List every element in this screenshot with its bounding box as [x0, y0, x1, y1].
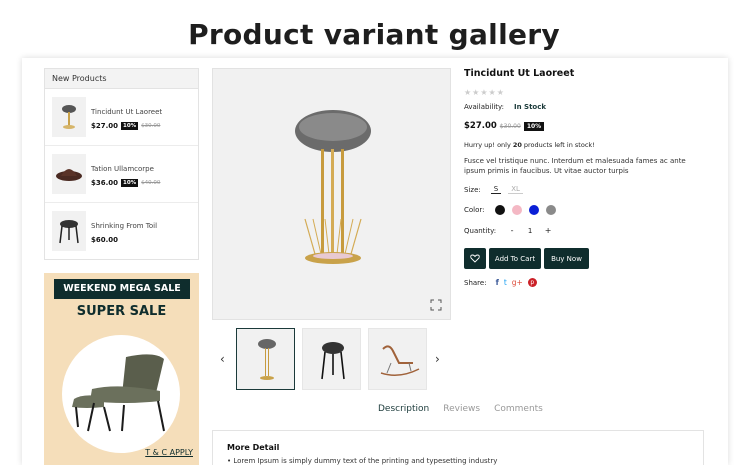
- page: Product variant gallery New Products Tin…: [0, 0, 748, 465]
- stock-text-post: products left in stock!: [523, 141, 595, 149]
- stock-text-pre: Hurry up! only: [464, 141, 511, 149]
- new-products-heading: New Products: [45, 69, 198, 89]
- stock-count: 20: [512, 141, 522, 149]
- color-swatch-pink[interactable]: [511, 205, 522, 215]
- promo-bar-text: WEEKEND MEGA SALE: [54, 279, 190, 299]
- product-tabs: Description Reviews Comments: [378, 404, 543, 414]
- product-info: Tincidunt Ut Laoreet ★★★★★ Availability:…: [464, 68, 714, 287]
- chevron-right-icon[interactable]: ›: [435, 352, 440, 366]
- quantity-row: Quantity: - 1 +: [464, 226, 554, 235]
- new-product-item[interactable]: Tincidunt Ut Laoreet $27.00 10% $30.00: [45, 89, 198, 146]
- heart-icon: [470, 254, 480, 263]
- share-label: Share:: [464, 278, 487, 287]
- size-label: Size:: [464, 185, 481, 194]
- discount-badge: 10%: [121, 122, 139, 130]
- chevron-left-icon[interactable]: ‹: [220, 352, 225, 366]
- price: $27.00: [464, 121, 497, 131]
- detail-panel: More Detail • Lorem Ipsum is simply dumm…: [212, 430, 704, 465]
- size-option-xl[interactable]: XL: [508, 185, 523, 194]
- rating-stars[interactable]: ★★★★★: [464, 88, 714, 97]
- product-thumbnail[interactable]: [52, 97, 86, 137]
- new-product-item[interactable]: Tation Ullamcorpe $36.00 10% $40.00: [45, 146, 198, 203]
- main-product-image[interactable]: [212, 68, 451, 320]
- detail-text: • Lorem Ipsum is simply dummy text of th…: [227, 457, 498, 465]
- product-description: Fusce vel tristique nunc. Interdum et ma…: [464, 157, 686, 175]
- quantity-input[interactable]: 1: [518, 227, 542, 235]
- product-price-row: $27.00 10% $30.00: [91, 122, 160, 130]
- product-price-row: $60.00: [91, 236, 118, 244]
- size-option-s[interactable]: S: [490, 185, 502, 194]
- detail-title: More Detail: [227, 443, 280, 452]
- quantity-stepper: - 1 +: [506, 226, 554, 235]
- tab-reviews[interactable]: Reviews: [443, 404, 480, 414]
- tab-description[interactable]: Description: [378, 404, 429, 414]
- product-name[interactable]: Tation Ullamcorpe: [91, 165, 154, 173]
- thumbnail-rocking-chair[interactable]: [368, 328, 427, 390]
- banner-title: Product variant gallery: [188, 18, 560, 51]
- product-name[interactable]: Shrinking From Toil: [91, 222, 157, 230]
- price: $60.00: [91, 236, 119, 244]
- color-label: Color:: [464, 206, 485, 214]
- availability-row: Availability: In Stock: [464, 103, 546, 111]
- new-product-item[interactable]: Shrinking From Toil $60.00: [45, 203, 198, 260]
- new-products-panel: New Products Tincidunt Ut Laoreet $27.00…: [44, 68, 199, 260]
- product-title: Tincidunt Ut Laoreet: [464, 68, 575, 79]
- old-price: $30.00: [141, 123, 161, 129]
- quantity-decrease-button[interactable]: -: [506, 226, 518, 235]
- stock-notice: Hurry up! only 20 products left in stock…: [464, 141, 595, 149]
- bar-stool-image: [295, 110, 371, 264]
- wishlist-button[interactable]: [464, 248, 486, 269]
- google-plus-icon[interactable]: g+: [512, 278, 523, 287]
- quantity-label: Quantity:: [464, 226, 497, 235]
- facebook-icon[interactable]: f: [496, 278, 499, 287]
- availability-value: In Stock: [514, 103, 547, 111]
- product-thumbnail[interactable]: [52, 211, 86, 251]
- price: $36.00: [91, 179, 119, 187]
- promo-banner[interactable]: WEEKEND MEGA SALE SUPER SALE T & C APPLY: [44, 273, 199, 465]
- buy-now-button[interactable]: Buy Now: [544, 248, 589, 269]
- action-buttons: Add To Cart Buy Now: [464, 248, 589, 269]
- terms-link[interactable]: T & C APPLY: [145, 448, 193, 457]
- product-thumbnail[interactable]: [52, 154, 86, 194]
- thumbnail-stool-black[interactable]: [302, 328, 361, 390]
- product-price-row: $36.00 10% $40.00: [91, 179, 160, 187]
- fullscreen-icon[interactable]: [430, 299, 442, 311]
- thumbnail-stool-gold[interactable]: [236, 328, 295, 390]
- pinterest-icon[interactable]: p: [527, 278, 537, 287]
- discount-badge: 10%: [121, 179, 139, 187]
- color-swatch-black[interactable]: [494, 205, 505, 215]
- size-row: Size: S XL: [464, 185, 530, 194]
- add-to-cart-button[interactable]: Add To Cart: [489, 248, 541, 269]
- lounge-chair-image: [72, 354, 165, 432]
- discount-badge: 10%: [523, 121, 545, 131]
- promo-headline: SUPER SALE: [76, 304, 167, 319]
- share-row: Share: f t g+ p: [464, 278, 537, 287]
- color-row: Color:: [464, 205, 563, 215]
- color-swatch-gray[interactable]: [545, 205, 556, 215]
- price-row: $27.00 $30.00 10%: [464, 121, 545, 131]
- tab-comments[interactable]: Comments: [494, 404, 543, 414]
- color-swatch-blue[interactable]: [528, 205, 539, 215]
- product-name[interactable]: Tincidunt Ut Laoreet: [91, 108, 162, 116]
- price: $27.00: [91, 122, 119, 130]
- availability-label: Availability:: [464, 103, 505, 111]
- twitter-icon[interactable]: t: [504, 278, 507, 287]
- old-price: $30.00: [499, 122, 521, 130]
- old-price: $40.00: [141, 180, 161, 186]
- quantity-increase-button[interactable]: +: [542, 226, 554, 235]
